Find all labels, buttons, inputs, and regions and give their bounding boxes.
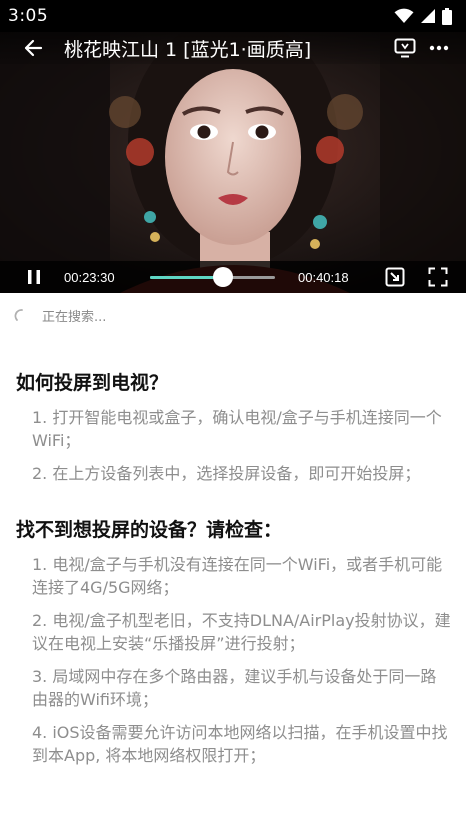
cast-help: 如何投屏到电视？ 1. 打开智能电视或盒子，确认电视/盒子与手机连接同一个WiF… — [16, 370, 452, 767]
troubleshoot-section: 找不到想投屏的设备？请检查： 1. 电视/盒子与手机没有连接在同一个WiFi，或… — [16, 517, 452, 767]
current-time: 00:23:30 — [64, 269, 115, 285]
troubleshoot-tip-3: 3. 局域网中存在多个路由器，建议手机与设备处于同一路由器的Wifi环境； — [32, 667, 437, 709]
total-time: 00:40:18 — [298, 269, 349, 285]
troubleshoot-title: 找不到想投屏的设备？请检查： — [16, 519, 283, 541]
back-arrow-icon[interactable] — [22, 37, 44, 59]
how-to-cast-tip-2: 2. 在上方设备列表中，选择投屏设备，即可开始投屏； — [32, 464, 421, 483]
pause-icon[interactable] — [22, 265, 46, 289]
signal-icon — [420, 8, 436, 24]
troubleshoot-tip-2: 2. 电视/盒子机型老旧，不支持DLNA/AirPlay投射协议，建议在电视上安… — [32, 611, 451, 653]
video-control-bar: 00:23:30 00:40:18 — [0, 261, 466, 293]
search-status-text: 正在搜索... — [42, 310, 107, 325]
wifi-icon — [394, 8, 414, 24]
how-to-cast-section: 如何投屏到电视？ 1. 打开智能电视或盒子，确认电视/盒子与手机连接同一个WiF… — [16, 370, 452, 485]
status-bar: 3:05 — [0, 0, 466, 32]
troubleshoot-tip-4: 4. iOS设备需要允许访问本地网络以扫描，在手机设置中找到本App, 将本地网… — [32, 723, 448, 765]
status-time: 3:05 — [8, 6, 49, 26]
video-title: 桃花映江山 1 [蓝光1·画质高] — [64, 38, 312, 61]
progress-thumb[interactable] — [212, 267, 233, 287]
how-to-cast-title: 如何投屏到电视？ — [16, 372, 169, 394]
battery-icon — [442, 7, 452, 25]
more-options-icon[interactable] — [426, 35, 452, 61]
picture-in-picture-icon[interactable] — [384, 266, 406, 288]
progress-slider[interactable] — [150, 267, 275, 287]
tv-cast-icon[interactable] — [392, 35, 418, 61]
loading-spinner-icon — [14, 308, 30, 324]
troubleshoot-tip-1: 1. 电视/盒子与手机没有连接在同一个WiFi，或者手机可能连接了4G/5G网络… — [32, 555, 443, 597]
fullscreen-icon[interactable] — [427, 266, 449, 288]
video-frame[interactable] — [0, 32, 466, 293]
video-title-bar: 桃花映江山 1 [蓝光1·画质高] — [0, 32, 466, 64]
status-icons — [394, 7, 452, 25]
device-search-row: 正在搜索... — [14, 306, 106, 325]
how-to-cast-tip-1: 1. 打开智能电视或盒子，确认电视/盒子与手机连接同一个WiFi； — [32, 408, 442, 450]
video-player[interactable]: 桃花映江山 1 [蓝光1·画质高] 00:23:30 00:40:18 — [0, 32, 466, 293]
